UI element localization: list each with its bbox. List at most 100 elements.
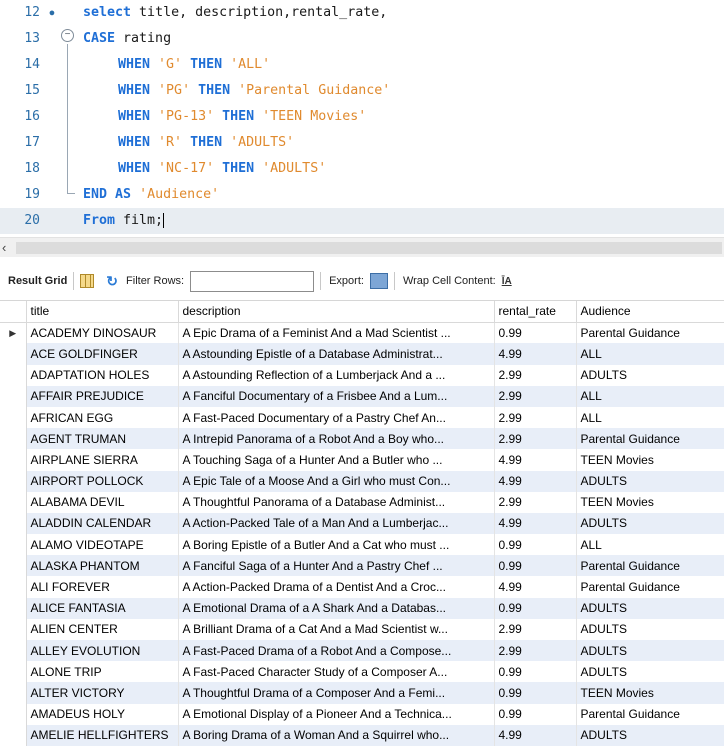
cell-title[interactable]: ALADDIN CALENDAR [26, 512, 179, 535]
cell-description[interactable]: A Fast-Paced Character Study of a Compos… [178, 661, 495, 683]
table-row[interactable]: ALIEN CENTER A Brilliant Drama of a Cat A… [0, 618, 724, 640]
row-indicator[interactable]: ▶ [0, 322, 27, 344]
cell-title[interactable]: ALIEN CENTER [26, 618, 179, 640]
cell-audience[interactable]: ADULTS [576, 618, 724, 640]
scroll-left-icon[interactable]: ‹ [2, 240, 6, 255]
cell-description[interactable]: A Thoughtful Panorama of a Database Admi… [178, 491, 495, 513]
cell-title[interactable]: ALABAMA DEVIL [26, 491, 179, 513]
column-header-rental-rate[interactable]: rental_rate [494, 301, 577, 323]
cell-rental-rate[interactable]: 4.99 [494, 576, 577, 598]
cell-description[interactable]: A Epic Tale of a Moose And a Girl who mu… [178, 470, 495, 492]
cell-title[interactable]: AMADEUS HOLY [26, 703, 179, 725]
row-indicator[interactable] [0, 576, 27, 598]
cell-title[interactable]: ALASKA PHANTOM [26, 555, 179, 577]
row-indicator[interactable] [0, 406, 27, 429]
row-indicator[interactable] [0, 555, 27, 577]
table-row[interactable]: ALLEY EVOLUTION A Fast-Paced Drama of a R… [0, 640, 724, 662]
cell-description[interactable]: A Boring Drama of a Woman And a Squirrel… [178, 724, 495, 746]
cell-audience[interactable]: ADULTS [576, 470, 724, 492]
row-indicator[interactable] [0, 597, 27, 619]
cell-description[interactable]: A Thoughtful Drama of a Composer And a F… [178, 682, 495, 704]
wrap-cell-content-icon[interactable]: ĪA [502, 276, 512, 287]
cell-audience[interactable]: Parental Guidance [576, 576, 724, 598]
column-header-title[interactable]: title [26, 301, 179, 323]
cell-audience[interactable]: ADULTS [576, 724, 724, 746]
cell-title[interactable]: AFRICAN EGG [26, 406, 179, 429]
cell-description[interactable]: A Boring Epistle of a Butler And a Cat w… [178, 534, 495, 556]
table-row[interactable]: ALAMO VIDEOTAPE A Boring Epistle of a But… [0, 534, 724, 556]
table-row[interactable]: ALI FOREVER A Action-Packed Drama of a De… [0, 576, 724, 598]
cell-title[interactable]: AIRPLANE SIERRA [26, 449, 179, 471]
cell-audience[interactable]: ALL [576, 406, 724, 429]
cell-audience[interactable]: ALL [576, 534, 724, 556]
table-row[interactable]: ▶ ACADEMY DINOSAUR A Epic Drama of a Femin… [0, 322, 724, 344]
row-indicator[interactable] [0, 618, 27, 640]
cell-description[interactable]: A Emotional Drama of a A Shark And a Dat… [178, 597, 495, 619]
cell-audience[interactable]: ADULTS [576, 512, 724, 535]
row-indicator[interactable] [0, 385, 27, 407]
cell-audience[interactable]: ADULTS [576, 597, 724, 619]
cell-audience[interactable]: TEEN Movies [576, 491, 724, 513]
cell-rental-rate[interactable]: 0.99 [494, 322, 577, 344]
cell-description[interactable]: A Touching Saga of a Hunter And a Butler… [178, 449, 495, 471]
cell-rental-rate[interactable]: 2.99 [494, 491, 577, 513]
table-row[interactable]: ALASKA PHANTOM A Fanciful Saga of a Hunte… [0, 555, 724, 577]
table-row[interactable]: ALICE FANTASIA A Emotional Drama of a A S… [0, 597, 724, 619]
cell-title[interactable]: ACADEMY DINOSAUR [26, 322, 179, 344]
filter-rows-input[interactable] [190, 270, 315, 292]
cell-rental-rate[interactable]: 2.99 [494, 428, 577, 450]
cell-description[interactable]: A Astounding Epistle of a Database Admin… [178, 343, 495, 365]
cell-rental-rate[interactable]: 0.99 [494, 703, 577, 725]
cell-description[interactable]: A Fanciful Saga of a Hunter And a Pastry… [178, 555, 495, 577]
code-line[interactable]: 18 WHEN 'NC-17' THEN 'ADULTS' [0, 156, 724, 182]
cell-description[interactable]: A Action-Packed Drama of a Dentist And a… [178, 576, 495, 598]
cell-rental-rate[interactable]: 2.99 [494, 364, 577, 386]
cell-audience[interactable]: TEEN Movies [576, 682, 724, 704]
cell-rental-rate[interactable]: 0.99 [494, 555, 577, 577]
cell-audience[interactable]: ADULTS [576, 640, 724, 662]
code-line[interactable]: 20 From film; [0, 208, 724, 234]
cell-description[interactable]: A Brilliant Drama of a Cat And a Mad Sci… [178, 618, 495, 640]
cell-title[interactable]: ALLEY EVOLUTION [26, 640, 179, 662]
row-indicator[interactable] [0, 470, 27, 492]
cell-audience[interactable]: TEEN Movies [576, 449, 724, 471]
row-indicator[interactable] [0, 703, 27, 725]
code-line[interactable]: 12 ● select title, description,rental_rate… [0, 0, 724, 26]
grid-layout-icon[interactable] [80, 274, 95, 288]
cell-rental-rate[interactable]: 0.99 [494, 661, 577, 683]
cell-rental-rate[interactable]: 0.99 [494, 682, 577, 704]
cell-rental-rate[interactable]: 0.99 [494, 534, 577, 556]
cell-audience[interactable]: ADULTS [576, 661, 724, 683]
row-indicator[interactable] [0, 682, 27, 704]
table-row[interactable]: AMADEUS HOLY A Emotional Display of a Pio… [0, 703, 724, 725]
table-row[interactable]: AIRPORT POLLOCK A Epic Tale of a Moose An… [0, 470, 724, 492]
row-indicator[interactable] [0, 491, 27, 513]
row-indicator[interactable] [0, 661, 27, 683]
cell-title[interactable]: ALTER VICTORY [26, 682, 179, 704]
cell-rental-rate[interactable]: 2.99 [494, 618, 577, 640]
code-line[interactable]: 17 WHEN 'R' THEN 'ADULTS' [0, 130, 724, 156]
cell-title[interactable]: ALONE TRIP [26, 661, 179, 683]
row-indicator[interactable] [0, 534, 27, 556]
table-row[interactable]: ACE GOLDFINGER A Astounding Epistle of a … [0, 343, 724, 365]
row-indicator[interactable] [0, 724, 27, 746]
cell-title[interactable]: AGENT TRUMAN [26, 428, 179, 450]
table-row[interactable]: AFRICAN EGG A Fast-Paced Documentary of a… [0, 406, 724, 429]
table-row[interactable]: AFFAIR PREJUDICE A Fanciful Documentary o… [0, 385, 724, 407]
cell-description[interactable]: A Intrepid Panorama of a Robot And a Boy… [178, 428, 495, 450]
table-row[interactable]: ALTER VICTORY A Thoughtful Drama of a Com… [0, 682, 724, 704]
code-line[interactable]: 14 WHEN 'G' THEN 'ALL' [0, 52, 724, 78]
code-line[interactable]: 13 CASE rating [0, 26, 724, 52]
cell-rental-rate[interactable]: 4.99 [494, 724, 577, 746]
table-row[interactable]: ADAPTATION HOLES A Astounding Reflection … [0, 364, 724, 386]
fold-toggle-icon[interactable]: − [61, 29, 74, 42]
cell-rental-rate[interactable]: 2.99 [494, 406, 577, 429]
cell-description[interactable]: A Fast-Paced Drama of a Robot And a Comp… [178, 640, 495, 662]
cell-title[interactable]: ALAMO VIDEOTAPE [26, 534, 179, 556]
result-grid-tab[interactable]: Result Grid [8, 275, 67, 287]
cell-rental-rate[interactable]: 4.99 [494, 343, 577, 365]
cell-description[interactable]: A Fast-Paced Documentary of a Pastry Che… [178, 406, 495, 429]
cell-audience[interactable]: ALL [576, 385, 724, 407]
cell-audience[interactable]: Parental Guidance [576, 703, 724, 725]
cell-description[interactable]: A Epic Drama of a Feminist And a Mad Sci… [178, 322, 495, 344]
